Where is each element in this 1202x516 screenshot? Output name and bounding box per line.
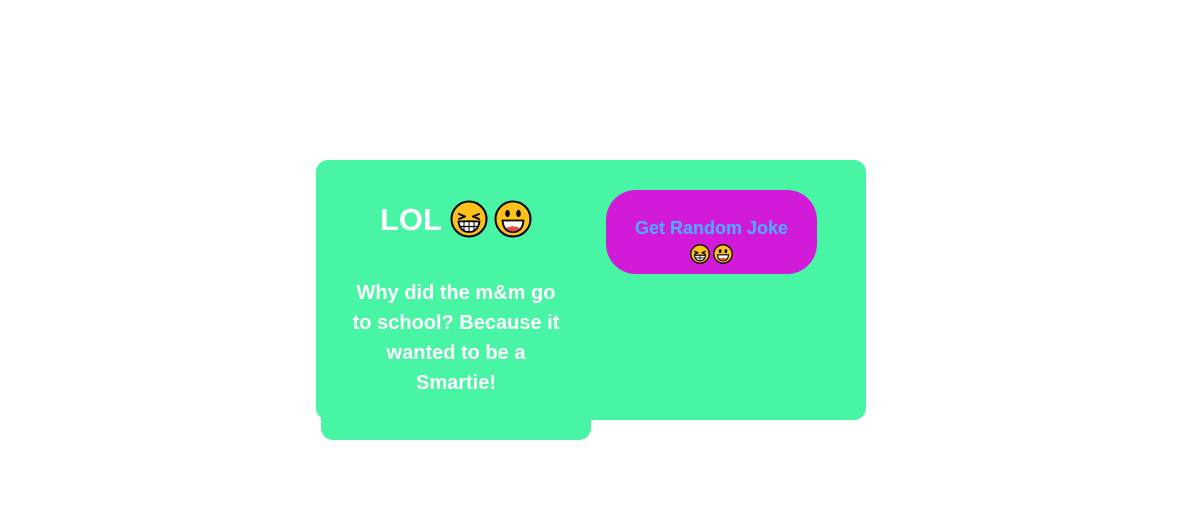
get-random-joke-button[interactable]: Get Random Joke <box>606 190 817 274</box>
title-text: LOL <box>380 202 442 237</box>
joke-panel: LOL Why did the m&m go to school? Becaus… <box>321 180 591 440</box>
app-root: LOL Why did the m&m go to school? Becaus… <box>0 0 1202 516</box>
get-random-joke-label: Get Random Joke <box>634 218 789 238</box>
grinning-squinting-face-icon <box>450 200 488 238</box>
grinning-squinting-face-icon <box>690 244 710 264</box>
smiling-face-icon <box>494 200 532 238</box>
page-title: LOL <box>321 200 591 241</box>
joke-text: Why did the m&m go to school? Because it… <box>352 282 560 394</box>
smiling-face-icon <box>713 244 733 264</box>
